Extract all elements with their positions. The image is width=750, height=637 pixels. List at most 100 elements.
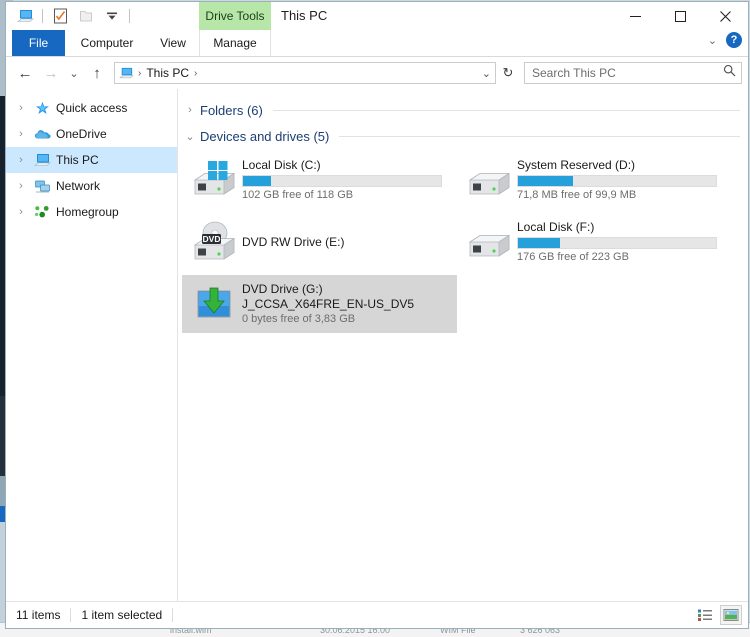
- group-header-folders[interactable]: › Folders (6): [178, 99, 748, 121]
- tab-computer[interactable]: Computer: [68, 30, 146, 56]
- drive-tile-text: DVD RW Drive (E:): [242, 218, 453, 266]
- star-icon: [33, 99, 51, 117]
- chevron-down-icon[interactable]: ⌄: [708, 34, 717, 47]
- tab-file-label: File: [28, 36, 49, 50]
- chevron-right-icon[interactable]: ›: [14, 102, 28, 114]
- tab-computer-label: Computer: [80, 36, 134, 50]
- this-pc-icon[interactable]: [14, 5, 36, 27]
- sidebar-item-onedrive[interactable]: › OneDrive: [6, 121, 177, 147]
- drive-tile-dvd-rw-e[interactable]: DVD DVD RW Drive (E:): [182, 213, 457, 271]
- search-box[interactable]: [524, 62, 742, 84]
- sidebar-item-label: This PC: [56, 153, 99, 167]
- group-header-devices-and-drives[interactable]: ⌄ Devices and drives (5): [178, 125, 748, 147]
- drive-tile-local-disk-f[interactable]: Local Disk (F:) 176 GB free of 223 GB: [457, 213, 732, 271]
- tab-view[interactable]: View: [149, 30, 197, 56]
- chevron-right-icon[interactable]: ›: [184, 104, 196, 116]
- sidebar-item-label: Network: [56, 179, 101, 193]
- tab-manage-label: Manage: [213, 36, 257, 50]
- toolbar-separator-2: [129, 9, 130, 23]
- chevron-right-icon[interactable]: ›: [14, 206, 28, 218]
- tab-view-label: View: [160, 36, 186, 50]
- this-pc-icon: [119, 67, 134, 80]
- drive-name: DVD RW Drive (E:): [242, 235, 345, 249]
- drive-tile-dvd-drive-g[interactable]: DVD Drive (G:) J_CCSA_X64FRE_EN-US_DV5 0…: [182, 275, 457, 333]
- sidebar-item-this-pc[interactable]: › This PC: [6, 147, 177, 173]
- hard-drive-icon: [461, 156, 517, 204]
- breadcrumb[interactable]: › This PC › ⌄: [114, 62, 496, 84]
- tab-manage[interactable]: Manage: [199, 30, 271, 56]
- drive-name: Local Disk (C:): [242, 157, 321, 172]
- navigation-pane: › Quick access › OneDrive › This PC › Ne…: [6, 89, 178, 601]
- drive-name: Local Disk (F:): [517, 219, 595, 234]
- toolbar-separator: [42, 9, 43, 23]
- status-separator-2: [172, 608, 174, 622]
- ribbon-tab-strip: File Computer View Manage ⌄ ?: [6, 30, 748, 57]
- drive-tile-local-disk-c[interactable]: Local Disk (C:) 102 GB free of 118 GB: [182, 151, 457, 209]
- selection-status: 1 item selected: [81, 608, 163, 622]
- back-button[interactable]: ←: [12, 60, 38, 86]
- drive-tiles: Local Disk (C:) 102 GB free of 118 GB Sy…: [178, 147, 748, 337]
- sidebar-item-network[interactable]: › Network: [6, 173, 177, 199]
- title-bar[interactable]: Drive Tools This PC: [6, 2, 748, 30]
- disc-image-icon: [186, 280, 242, 328]
- drive-volume-label: J_CCSA_X64FRE_EN-US_DV5: [242, 296, 415, 311]
- chevron-right-icon[interactable]: ›: [14, 154, 28, 166]
- hard-drive-icon: [461, 218, 517, 266]
- group-rule: [272, 109, 740, 111]
- hard-drive-windows-icon: [186, 156, 242, 204]
- search-input[interactable]: [530, 65, 723, 81]
- drive-tile-text: System Reserved (D:) 71,8 MB free of 99,…: [517, 158, 728, 203]
- help-button[interactable]: ?: [726, 32, 742, 48]
- minimize-button[interactable]: [613, 2, 658, 30]
- group-title-folders: Folders (6): [200, 102, 263, 118]
- forward-button[interactable]: →: [38, 60, 64, 86]
- chevron-right-icon[interactable]: ›: [14, 128, 28, 140]
- window-title: This PC: [281, 8, 328, 23]
- sidebar-item-quick-access[interactable]: › Quick access: [6, 95, 177, 121]
- capacity-bar: [242, 174, 442, 187]
- drive-tile-system-reserved-d[interactable]: System Reserved (D:) 71,8 MB free of 99,…: [457, 151, 732, 209]
- breadcrumb-separator-1[interactable]: ›: [192, 68, 199, 79]
- address-bar-row: ← → ⌄ ↑ › This PC › ⌄ ↻: [6, 57, 748, 89]
- maximize-button[interactable]: [658, 2, 703, 30]
- drive-free-space: 0 bytes free of 3,83 GB: [242, 312, 356, 325]
- breadcrumb-separator-0[interactable]: ›: [136, 68, 143, 79]
- sidebar-item-label: Homegroup: [56, 205, 119, 219]
- contextual-group-label: Drive Tools: [205, 9, 265, 23]
- breadcrumb-dropdown-icon[interactable]: ⌄: [482, 67, 491, 80]
- close-button[interactable]: [703, 2, 748, 30]
- drive-free-space: 102 GB free of 118 GB: [242, 188, 354, 201]
- explorer-body: › Quick access › OneDrive › This PC › Ne…: [6, 89, 748, 601]
- refresh-button[interactable]: ↻: [496, 61, 520, 85]
- customize-dropdown-icon[interactable]: [101, 5, 123, 27]
- this-pc-icon: [33, 151, 51, 169]
- tab-file[interactable]: File: [12, 30, 65, 56]
- capacity-bar: [517, 236, 717, 249]
- new-folder-icon[interactable]: [75, 5, 97, 27]
- breadcrumb-item-this-pc[interactable]: This PC: [143, 66, 192, 80]
- properties-icon[interactable]: [49, 5, 71, 27]
- details-view-icon[interactable]: [694, 605, 716, 625]
- drive-free-space: 71,8 MB free of 99,9 MB: [517, 188, 637, 201]
- content-pane[interactable]: › Folders (6) ⌄ Devices and drives (5) L…: [178, 89, 748, 601]
- capacity-bar: [517, 174, 717, 187]
- sidebar-item-homegroup[interactable]: › Homegroup: [6, 199, 177, 225]
- drive-name: DVD Drive (G:): [242, 281, 323, 296]
- sidebar-item-label: Quick access: [56, 101, 128, 115]
- drive-free-space: 176 GB free of 223 GB: [517, 250, 629, 263]
- chevron-down-icon[interactable]: ⌄: [184, 130, 196, 143]
- window-controls: [613, 2, 748, 30]
- file-explorer-window: Drive Tools This PC File Computer View M…: [5, 1, 749, 629]
- drive-tile-text: Local Disk (F:) 176 GB free of 223 GB: [517, 220, 728, 265]
- capacity-fill: [518, 175, 574, 186]
- svg-text:DVD: DVD: [203, 234, 221, 244]
- up-button[interactable]: ↑: [84, 60, 110, 86]
- drive-tile-text: Local Disk (C:) 102 GB free of 118 GB: [242, 158, 453, 203]
- large-icons-view-icon[interactable]: [720, 605, 742, 625]
- homegroup-icon: [33, 203, 51, 221]
- chevron-right-icon[interactable]: ›: [14, 180, 28, 192]
- recent-locations-button[interactable]: ⌄: [64, 60, 84, 86]
- sidebar-item-label: OneDrive: [56, 127, 107, 141]
- search-icon[interactable]: [723, 64, 736, 82]
- cloud-icon: [33, 125, 51, 143]
